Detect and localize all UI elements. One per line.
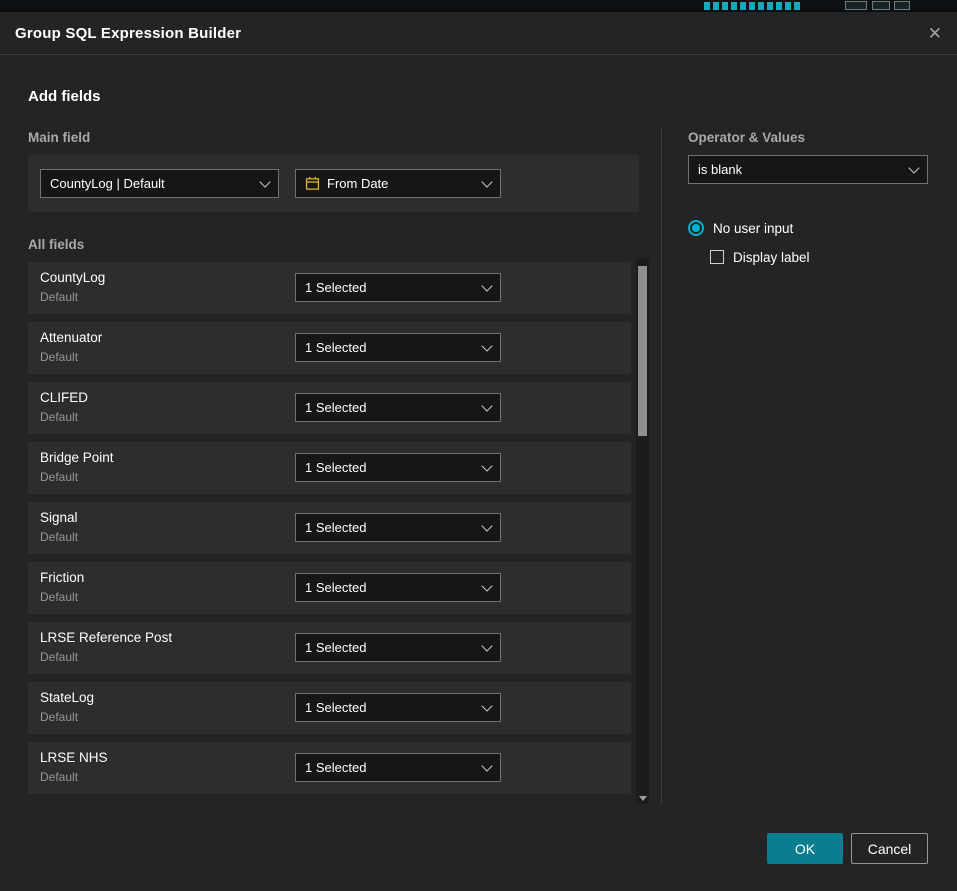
all-fields-label: All fields (28, 237, 84, 252)
field-row: Signal Default 1 Selected (28, 502, 631, 554)
field-row: Bridge Point Default 1 Selected (28, 442, 631, 494)
field-row: StateLog Default 1 Selected (28, 682, 631, 734)
chevron-down-icon (481, 400, 492, 411)
main-field-date-value: From Date (327, 176, 475, 191)
field-selection-value: 1 Selected (305, 580, 475, 595)
operator-value: is blank (698, 162, 902, 177)
chevron-down-icon (481, 640, 492, 651)
field-name: Attenuator (40, 330, 102, 345)
scrollbar-thumb[interactable] (638, 266, 647, 436)
field-name: CLIFED (40, 390, 88, 405)
sql-expression-builder-dialog: Group SQL Expression Builder ✕ Add field… (0, 0, 957, 891)
chevron-down-icon (481, 176, 492, 187)
operator-dropdown[interactable]: is blank (688, 155, 928, 184)
field-row: CLIFED Default 1 Selected (28, 382, 631, 434)
add-fields-heading: Add fields (28, 88, 101, 105)
field-selection-dropdown[interactable]: 1 Selected (295, 273, 501, 302)
chevron-down-icon (481, 340, 492, 351)
field-row: Attenuator Default 1 Selected (28, 322, 631, 374)
dialog-titlebar: Group SQL Expression Builder ✕ (0, 12, 957, 55)
field-type: Default (40, 350, 78, 364)
field-name: Bridge Point (40, 450, 114, 465)
field-name: StateLog (40, 690, 94, 705)
field-type: Default (40, 290, 78, 304)
field-row: Friction Default 1 Selected (28, 562, 631, 614)
field-selection-dropdown[interactable]: 1 Selected (295, 693, 501, 722)
field-type: Default (40, 590, 78, 604)
close-icon[interactable]: ✕ (928, 25, 942, 42)
field-selection-dropdown[interactable]: 1 Selected (295, 753, 501, 782)
field-type: Default (40, 710, 78, 724)
chevron-down-icon (481, 760, 492, 771)
field-selection-value: 1 Selected (305, 340, 475, 355)
main-field-label: Main field (28, 130, 90, 145)
field-selection-value: 1 Selected (305, 700, 475, 715)
ok-button[interactable]: OK (767, 833, 843, 864)
main-field-source-value: CountyLog | Default (50, 176, 253, 191)
chevron-down-icon (259, 176, 270, 187)
field-name: Friction (40, 570, 84, 585)
radio-selected-dot-icon (692, 224, 700, 232)
operator-values-label: Operator & Values (688, 130, 805, 145)
background-fragment (894, 1, 910, 10)
vertical-divider (661, 127, 662, 804)
main-field-date-dropdown[interactable]: From Date (295, 169, 501, 198)
background-link-fragment (704, 2, 802, 10)
background-app-strip (0, 0, 957, 12)
field-type: Default (40, 470, 78, 484)
field-selection-dropdown[interactable]: 1 Selected (295, 513, 501, 542)
field-selection-value: 1 Selected (305, 280, 475, 295)
field-selection-dropdown[interactable]: 1 Selected (295, 633, 501, 662)
field-row: LRSE NHS Default 1 Selected (28, 742, 631, 794)
field-type: Default (40, 650, 78, 664)
field-selection-value: 1 Selected (305, 520, 475, 535)
main-field-source-dropdown[interactable]: CountyLog | Default (40, 169, 279, 198)
field-selection-value: 1 Selected (305, 640, 475, 655)
scrollbar[interactable] (636, 258, 649, 804)
field-type: Default (40, 410, 78, 424)
scrollbar-down-arrow-icon[interactable] (639, 796, 647, 801)
dialog-title: Group SQL Expression Builder (15, 25, 241, 42)
field-selection-value: 1 Selected (305, 460, 475, 475)
calendar-icon (305, 176, 320, 191)
field-row: CountyLog Default 1 Selected (28, 262, 631, 314)
chevron-down-icon (908, 162, 919, 173)
background-fragment (872, 1, 890, 10)
no-user-input-radio[interactable] (688, 220, 704, 236)
field-selection-dropdown[interactable]: 1 Selected (295, 393, 501, 422)
field-name: LRSE NHS (40, 750, 108, 765)
field-name: CountyLog (40, 270, 105, 285)
field-selection-value: 1 Selected (305, 760, 475, 775)
field-row: LRSE Reference Post Default 1 Selected (28, 622, 631, 674)
field-type: Default (40, 530, 78, 544)
no-user-input-label: No user input (713, 221, 793, 236)
display-label-checkbox[interactable] (710, 250, 724, 264)
cancel-button[interactable]: Cancel (851, 833, 928, 864)
field-name: Signal (40, 510, 78, 525)
field-selection-dropdown[interactable]: 1 Selected (295, 333, 501, 362)
field-selection-value: 1 Selected (305, 400, 475, 415)
main-field-panel: CountyLog | Default From Date (28, 155, 639, 212)
field-name: LRSE Reference Post (40, 630, 172, 645)
field-selection-dropdown[interactable]: 1 Selected (295, 573, 501, 602)
chevron-down-icon (481, 700, 492, 711)
chevron-down-icon (481, 580, 492, 591)
field-selection-dropdown[interactable]: 1 Selected (295, 453, 501, 482)
chevron-down-icon (481, 520, 492, 531)
chevron-down-icon (481, 280, 492, 291)
field-type: Default (40, 770, 78, 784)
display-label-label: Display label (733, 250, 810, 265)
background-fragment (845, 1, 867, 10)
chevron-down-icon (481, 460, 492, 471)
